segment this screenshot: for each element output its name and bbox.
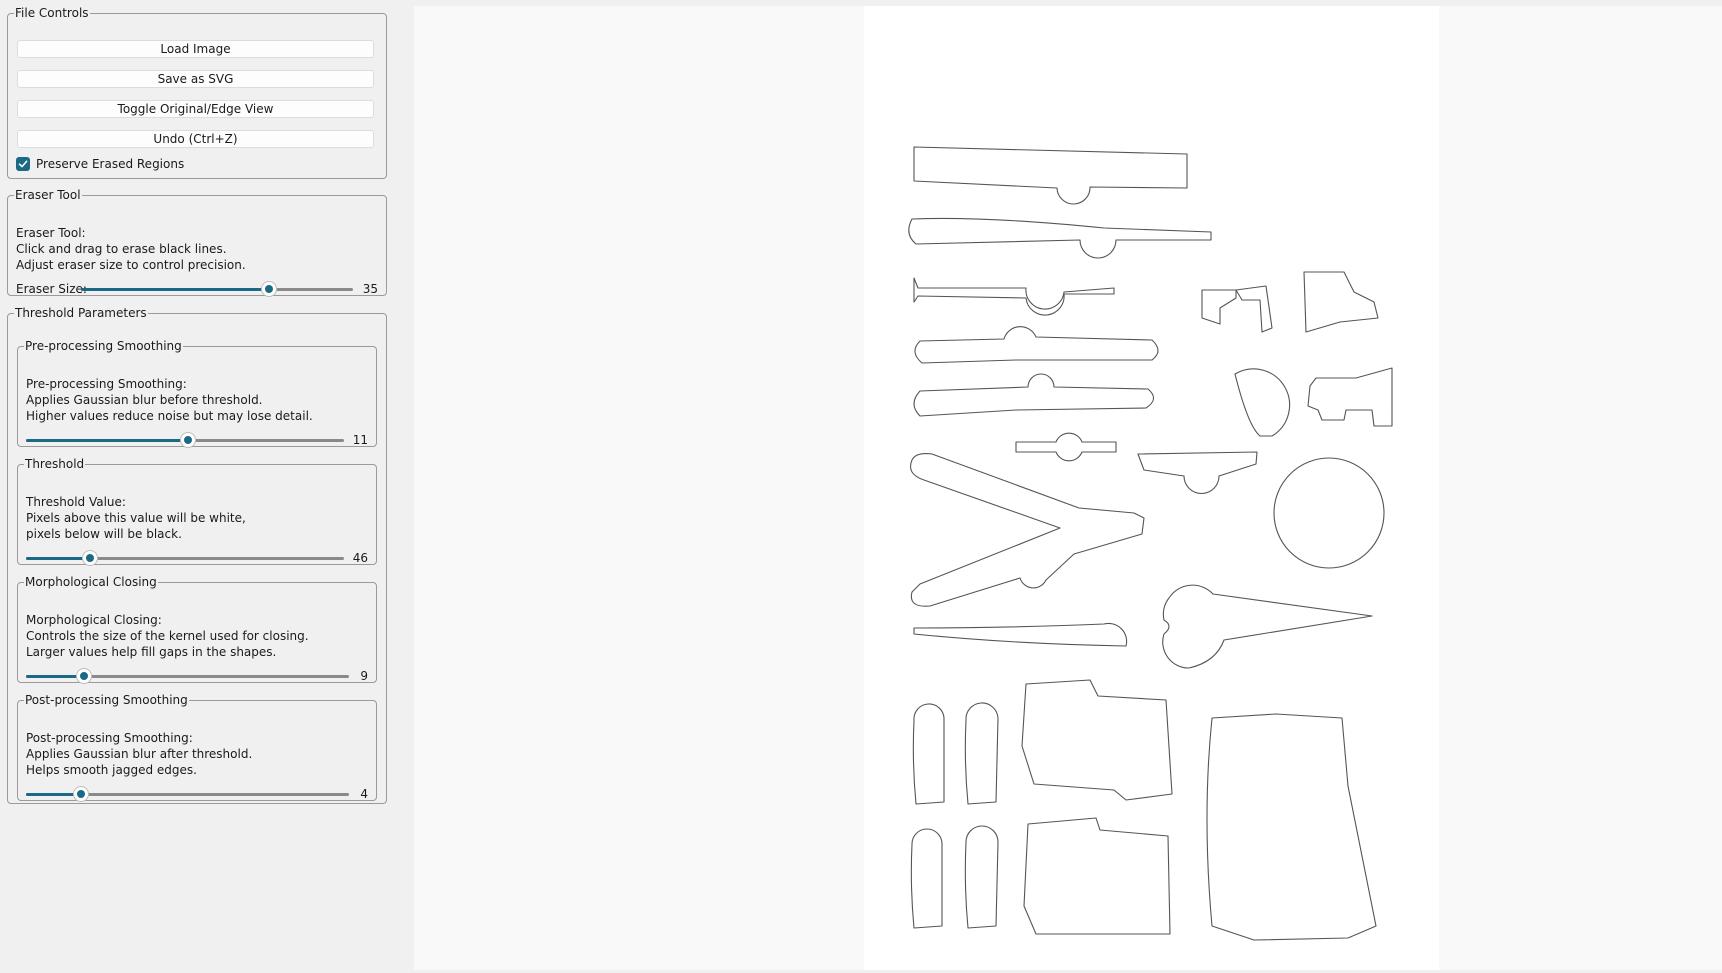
post-smoothing-group: Post-processing Smoothing Post-processin… [17,693,377,801]
preserve-erased-checkbox[interactable] [16,157,30,171]
eraser-desc-line-2: Click and drag to erase black lines. [16,242,227,256]
slider-fill [26,675,85,678]
threshold-parameters-title: Threshold Parameters [15,306,147,320]
outline-shape [1162,584,1373,669]
outline-shape [1307,367,1393,427]
eraser-tool-title: Eraser Tool [15,188,81,202]
slider-fill [26,793,81,796]
preserve-erased-checkbox-row[interactable]: Preserve Erased Regions [16,157,184,171]
slider-fill [26,439,189,442]
eraser-size-label: Eraser Size: [16,282,87,296]
file-controls-group: File Controls Load Image Save as SVG Tog… [7,6,387,179]
threshold-desc-line-3: pixels below will be black. [26,527,182,541]
post-smoothing-slider[interactable] [26,785,349,803]
eraser-desc-line-1: Eraser Tool: [16,226,86,240]
pre-smoothing-title: Pre-processing Smoothing [25,339,182,353]
undo-button[interactable]: Undo (Ctrl+Z) [17,130,374,148]
post-desc-line-2: Applies Gaussian blur after threshold. [26,747,253,761]
outline-shape [912,703,945,805]
edge-canvas[interactable] [864,6,1439,970]
pre-smoothing-value: 11 [352,433,368,447]
file-controls-title: File Controls [15,6,89,20]
morph-desc-line-3: Larger values help fill gaps in the shap… [26,645,277,659]
eraser-size-slider[interactable] [81,280,353,298]
slider-thumb[interactable] [82,551,97,565]
preserve-erased-label: Preserve Erased Regions [36,157,185,171]
post-desc-line-1: Post-processing Smoothing: [26,731,193,745]
slider-thumb[interactable] [77,669,92,683]
edge-outline-drawing[interactable] [864,6,1439,970]
outline-shape [1234,368,1291,437]
post-desc-line-3: Helps smooth jagged edges. [26,763,197,777]
post-smoothing-title: Post-processing Smoothing [25,693,188,707]
outline-shape [913,146,1188,205]
morph-closing-value: 9 [360,669,368,683]
outline-shape [1235,285,1273,333]
outline-shape [913,373,1155,417]
outline-shape [913,622,1128,647]
threshold-desc-line-2: Pixels above this value will be white, [26,511,246,525]
threshold-desc-line-1: Threshold Value: [26,495,126,509]
eraser-desc-line-3: Adjust eraser size to control precision. [16,258,246,272]
pre-smoothing-group: Pre-processing Smoothing Pre-processing … [17,339,377,447]
outline-shape [1015,432,1117,462]
outline-shape [914,326,1159,364]
outline-shape [1137,451,1258,495]
post-smoothing-value: 4 [360,787,368,801]
slider-thumb[interactable] [181,433,196,447]
checkmark-icon [18,160,28,168]
pre-desc-line-1: Pre-processing Smoothing: [26,377,187,391]
eraser-tool-group: Eraser Tool Eraser Tool: Click and drag … [7,188,387,296]
morph-desc-line-1: Morphological Closing: [26,613,162,627]
outline-shape [908,217,1212,259]
outline-shape [1023,817,1171,935]
slider-fill [81,288,269,291]
outline-shape [964,702,999,805]
pre-desc-line-3: Higher values reduce noise but may lose … [26,409,313,423]
outline-shape [1206,713,1377,941]
morph-closing-slider[interactable] [26,667,349,685]
outline-shape [1273,457,1385,569]
morph-desc-line-2: Controls the size of the kernel used for… [26,629,309,643]
threshold-title: Threshold [25,457,85,471]
outline-shape [913,277,1115,316]
threshold-parameters-group: Threshold Parameters Pre-processing Smoo… [7,306,387,804]
slider-thumb[interactable] [261,282,276,296]
threshold-group: Threshold Threshold Value: Pixels above … [17,457,377,565]
morph-closing-group: Morphological Closing Morphological Clos… [17,575,377,683]
outline-shape [1201,289,1237,325]
slider-thumb[interactable] [73,787,88,801]
threshold-slider[interactable] [26,549,344,567]
save-svg-button[interactable]: Save as SVG [17,70,374,88]
outline-shape [1303,271,1379,333]
toggle-view-button[interactable]: Toggle Original/Edge View [17,100,374,118]
morph-closing-title: Morphological Closing [25,575,157,589]
eraser-size-value: 35 [362,282,378,296]
slider-fill [26,557,90,560]
threshold-value: 46 [352,551,368,565]
outline-shape [1021,679,1173,801]
outline-shape [909,453,1145,607]
outline-shape [964,825,999,929]
pre-desc-line-2: Applies Gaussian blur before threshold. [26,393,263,407]
load-image-button[interactable]: Load Image [17,40,374,58]
pre-smoothing-slider[interactable] [26,431,344,449]
outline-shape [910,828,943,929]
